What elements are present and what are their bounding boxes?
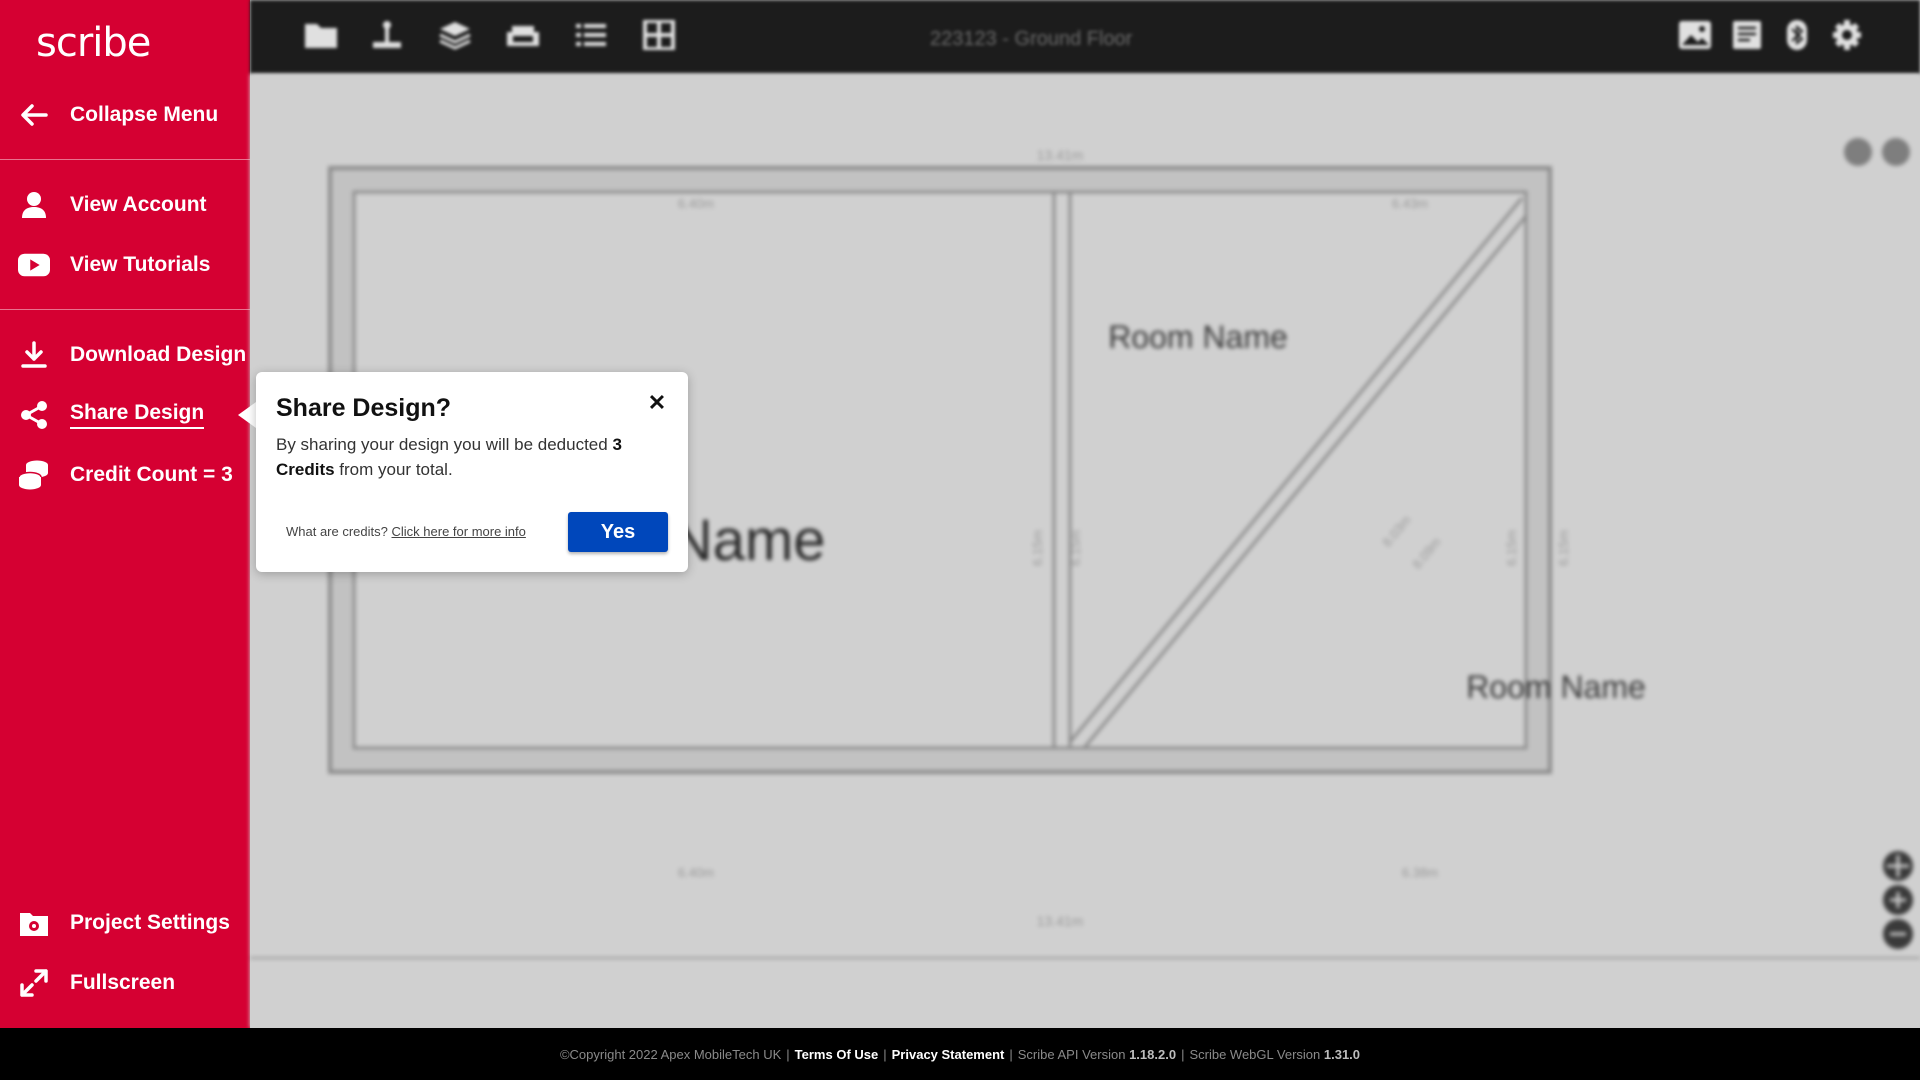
- dimension-label: 8.09m: [1409, 534, 1444, 571]
- footer-separator: |: [1181, 1046, 1185, 1062]
- dialog-message-prefix: By sharing your design you will be deduc…: [276, 435, 613, 454]
- yes-button[interactable]: Yes: [568, 512, 668, 552]
- api-version-value: 1.18.2.0: [1129, 1046, 1177, 1062]
- anchor-icon[interactable]: [370, 20, 404, 50]
- popup-arrow: [238, 402, 256, 428]
- share-design-button[interactable]: Share Design: [0, 393, 250, 437]
- collapse-menu-label: Collapse Menu: [70, 103, 219, 126]
- dimension-label: 13.41m: [1037, 913, 1084, 929]
- view-account-button[interactable]: View Account: [0, 183, 250, 227]
- view-tutorials-button[interactable]: View Tutorials: [0, 243, 250, 287]
- top-toolbar: 223123 - Ground Floor: [250, 0, 1920, 74]
- coins-icon: [18, 459, 50, 491]
- layers-icon[interactable]: [438, 20, 472, 50]
- dialog-message-suffix: from your total.: [334, 460, 453, 479]
- image-icon[interactable]: [1678, 20, 1712, 50]
- canvas-dot-button[interactable]: [1882, 138, 1910, 166]
- canvas-dot-button[interactable]: [1844, 138, 1872, 166]
- credit-count-button[interactable]: Credit Count = 3: [0, 453, 250, 497]
- dimension-label: 6.40m: [678, 865, 714, 880]
- dialog-message: By sharing your design you will be deduc…: [276, 432, 676, 482]
- arrow-left-icon: [18, 99, 50, 131]
- dimension-label: 6.15m: [1504, 530, 1519, 566]
- webgl-version-value: 1.31.0: [1323, 1046, 1361, 1062]
- youtube-icon: [18, 249, 50, 281]
- folder-icon[interactable]: [304, 20, 338, 50]
- dimension-label: 6.15m: [1556, 530, 1571, 566]
- user-icon: [18, 189, 50, 221]
- sofa-icon[interactable]: [506, 20, 540, 50]
- project-settings-button[interactable]: Project Settings: [0, 901, 250, 945]
- dimension-label: 6.38m: [1402, 865, 1438, 880]
- dimension-label: 6.43m: [1392, 196, 1428, 211]
- divider: [0, 309, 250, 310]
- privacy-link[interactable]: Privacy Statement: [892, 1047, 1005, 1062]
- download-design-button[interactable]: Download Design: [0, 333, 250, 377]
- footer-separator: |: [883, 1046, 887, 1062]
- dimension-label: 6.40m: [678, 196, 714, 211]
- more-info-link[interactable]: Click here for more info: [392, 524, 526, 539]
- close-icon[interactable]: ✕: [646, 392, 668, 414]
- room-label: Room Name: [1108, 319, 1288, 355]
- download-icon: [18, 339, 50, 371]
- divider: [0, 159, 250, 160]
- grid-icon[interactable]: [642, 20, 676, 50]
- footer-separator: |: [786, 1046, 790, 1062]
- copyright-text: ©Copyright 2022 Apex MobileTech UK: [559, 1046, 782, 1062]
- footer-separator: |: [1009, 1046, 1013, 1062]
- share-icon: [18, 399, 50, 431]
- view-tutorials-label: View Tutorials: [70, 253, 211, 276]
- expand-icon: [18, 967, 50, 999]
- sidebar: scribe Collapse Menu View Account View T…: [0, 0, 250, 1028]
- webgl-version-label: Scribe WebGL Version: [1189, 1046, 1321, 1062]
- list-icon[interactable]: [574, 20, 608, 50]
- credits-info: What are credits? Click here for more in…: [286, 524, 526, 539]
- download-design-label: Download Design: [70, 343, 247, 366]
- view-account-label: View Account: [70, 193, 207, 216]
- gear-icon[interactable]: [1830, 20, 1864, 50]
- dimension-label: 6.15m: [1068, 530, 1083, 566]
- room-label: Room Name: [1466, 669, 1646, 705]
- project-title: 223123 - Ground Floor: [930, 28, 1133, 50]
- folder-gear-icon: [18, 907, 50, 939]
- terms-link[interactable]: Terms Of Use: [795, 1047, 879, 1062]
- scribe-logo: scribe: [36, 20, 151, 66]
- credits-info-question: What are credits?: [286, 524, 388, 539]
- share-design-dialog: Share Design? ✕ By sharing your design y…: [256, 372, 688, 572]
- pan-icon[interactable]: [1883, 851, 1913, 881]
- share-design-label: Share Design: [70, 401, 205, 429]
- api-version-label: Scribe API Version: [1017, 1046, 1126, 1062]
- dimension-label: 8.03m: [1379, 512, 1414, 549]
- project-settings-label: Project Settings: [70, 911, 230, 934]
- credit-count-label: Credit Count = 3: [70, 463, 233, 486]
- fullscreen-button[interactable]: Fullscreen: [0, 961, 250, 1005]
- document-icon[interactable]: [1730, 20, 1764, 50]
- dialog-title: Share Design?: [276, 394, 452, 422]
- footer: ©Copyright 2022 Apex MobileTech UK | Ter…: [0, 1028, 1920, 1080]
- bluetooth-icon[interactable]: [1780, 20, 1814, 50]
- collapse-menu-button[interactable]: Collapse Menu: [0, 93, 250, 137]
- dimension-label: 13.41m: [1037, 147, 1084, 163]
- dimension-label: 6.15m: [1030, 530, 1045, 566]
- zoom-in-icon[interactable]: [1883, 885, 1913, 915]
- zoom-out-icon[interactable]: [1883, 919, 1913, 949]
- fullscreen-label: Fullscreen: [70, 971, 176, 994]
